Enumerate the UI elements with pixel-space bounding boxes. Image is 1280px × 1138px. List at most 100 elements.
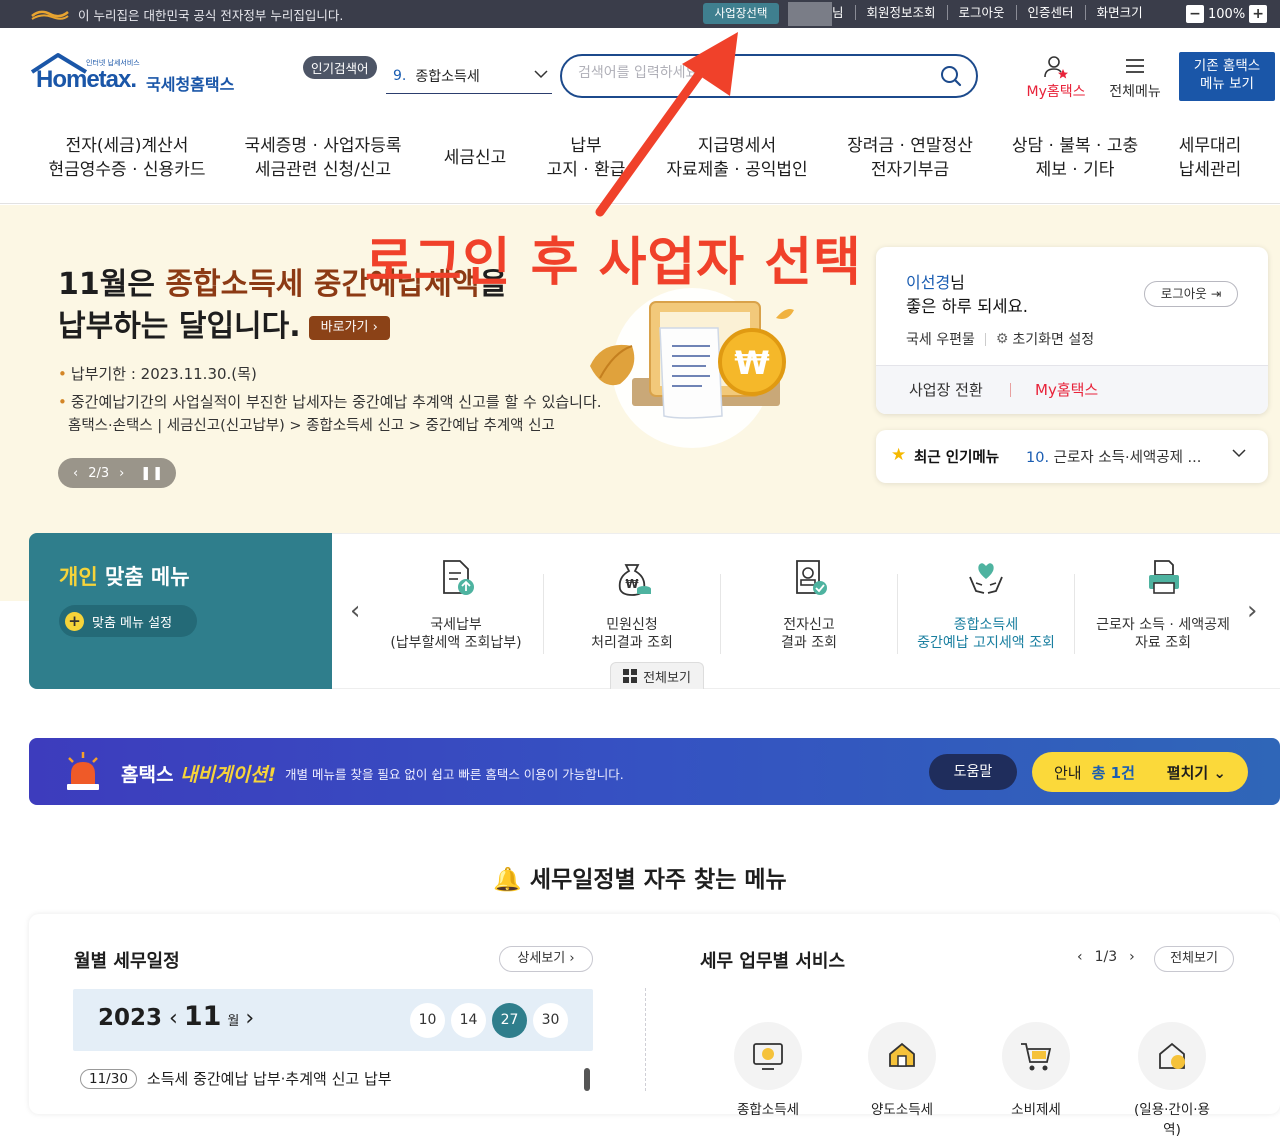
member-info-link[interactable]: 회원정보조회 [854,5,947,20]
stamp-document-icon [796,560,827,595]
banner-info: • 납부기한 : 2023.11.30.(목) • 중간예납기간의 사업실적이 부진… [58,360,602,416]
service-item[interactable]: 종합소득세 [728,1022,808,1118]
chevron-right-icon[interactable]: › [1129,949,1135,965]
service-item[interactable]: 양도소득세 [862,1022,942,1118]
gov-top-bar: 이 누리집은 대한민국 공식 전자정부 누리집입니다. 사업장선택 님 회원정보… [0,0,1280,28]
chevron-left-icon[interactable]: ‹ [350,596,360,626]
zoom-in-button[interactable]: + [1249,5,1268,23]
help-button[interactable]: 도움말 [929,754,1017,790]
popular-search-number: 9. [393,67,407,84]
gear-icon: ⚙ [995,331,1009,347]
gnb-item-agent[interactable]: 세무대리 납세관리 [1170,134,1250,182]
personal-menu-item-line1: 종합소득세 [953,617,1019,633]
navigation-title-pre: 홈택스 [121,764,181,786]
grid-icon [623,669,638,683]
gnb-item-line2: 현금영수증 · 신용카드 [48,160,206,180]
gnb-item-consult[interactable]: 상담 · 불복 · 고충 제보 · 기타 [1006,134,1144,182]
my-hometax-button[interactable]: My홈택스 [1022,55,1090,101]
all-menu-button[interactable]: 전체메뉴 [1104,55,1166,101]
personal-menu-item-line2: 처리결과 조회 [591,635,673,651]
calendar-day[interactable]: 30 [533,1003,568,1038]
money-bag-icon: ₩ [618,564,651,596]
gov-notice-text: 이 누리집은 대한민국 공식 전자정부 누리집입니다. [78,8,344,23]
detail-view-button[interactable]: 상세보기 › [499,946,593,972]
personal-menu-item[interactable]: 전자신고 결과 조회 [721,557,897,652]
government-emblem-icon [31,10,69,20]
logout-link[interactable]: 로그아웃 [946,5,1016,20]
personal-menu-item-line2: 결과 조회 [781,635,837,651]
banner-slider-control: ‹ 2/3 › ❚❚ [58,458,176,488]
gnb-item-line1: 세금신고 [443,148,507,168]
chevron-left-icon[interactable]: ‹ [1077,949,1083,965]
hometax-logo[interactable]: 인터넷 납세서비스 Hometax. 국세청홈택스 [30,52,240,98]
heart-hands-icon [969,563,1003,594]
personal-menu-title-rest: 맞춤 메뉴 [97,565,190,589]
masked-user-name [788,2,832,26]
calendar-days: 10 14 27 30 [410,1003,568,1038]
slide-prev-icon[interactable]: ‹ [73,466,78,481]
popular-search-label: 인기검색어 [303,56,377,79]
service-item[interactable]: 소비제세 [996,1022,1076,1118]
user-name: 이선경 [906,273,951,292]
service-item[interactable]: (일용·간이·용역) [1130,1022,1214,1138]
custom-menu-setting-button[interactable]: + 맞춤 메뉴 설정 [59,605,197,637]
cert-center-link[interactable]: 인증센터 [1015,5,1085,20]
gnb-item-einvoice[interactable]: 전자(세금)계산서 현금영수증 · 신용카드 [44,134,210,182]
svg-text:₩: ₩ [734,344,769,382]
calendar-day-active[interactable]: 27 [492,1003,527,1038]
gnb-item-tax-filing[interactable]: 세금신고 [430,146,520,170]
schedule-item[interactable]: 11/30 소득세 중간예납 납부·추계액 신고 납부 [80,1068,392,1089]
hamburger-menu-icon [1126,59,1144,73]
my-hometax-link[interactable]: My홈택스 [1035,379,1098,400]
gnb-item-incentive[interactable]: 장려금 · 연말정산 전자기부금 [840,134,980,182]
custom-menu-setting-label: 맞춤 메뉴 설정 [92,615,173,631]
personal-menu-item-highlighted[interactable]: 종합소득세 중간예납 고지세액 조회 [898,557,1074,652]
navigation-description: 개별 메뉴를 찾을 필요 없이 쉽고 빠른 홈택스 이용이 가능합니다. [285,767,624,782]
personal-menu-item[interactable]: 국세납부 (납부할세액 조회납부) [368,557,544,652]
user-name-suffix: 님 [832,5,844,20]
slide-pause-icon[interactable]: ❚❚ [140,466,164,481]
zoom-out-button[interactable]: − [1186,5,1204,23]
divider [1010,383,1011,397]
personal-menu-list: ‹ 국세납부 (납부할세액 조회납부) ₩ 민원신청 처리결과 조회 전자신고 … [332,533,1280,689]
user-star-icon [1044,56,1068,79]
logout-icon: ⇥ [1210,286,1222,301]
notice-expand-button[interactable]: 안내 총 1건 펼치기 ⌄ [1032,752,1248,792]
recent-popular-item: 근로자 소득·세액공제 ... [1053,450,1202,466]
user-greeting-name: 이선경님 [906,269,965,293]
slide-position: 2/3 [88,465,110,481]
personal-menu-view-all-tab[interactable]: 전체보기 [610,662,704,689]
schedule-scrollbar[interactable] [584,1068,590,1091]
init-setting-link[interactable]: 초기화면 설정 [1012,329,1094,349]
calendar-day[interactable]: 14 [451,1003,486,1038]
login-info-box: 이선경님 좋은 하루 되세요. 로그아웃 ⇥ 국세 우편물 ⚙ 초기화면 설정 … [876,247,1268,414]
personal-menu-item-line2: 자료 조회 [1135,635,1191,651]
personal-menu-item-line1: 국세납부 [430,617,482,633]
search-icon[interactable] [940,65,962,87]
banner-go-button[interactable]: 바로가기 › [308,315,390,340]
my-hometax-label: My홈택스 [1026,84,1086,100]
logout-button[interactable]: 로그아웃 ⇥ [1144,281,1238,307]
plus-icon: + [65,611,84,631]
personal-menu-title-highlight: 개인 [59,565,98,589]
banner-go-label: 바로가기 [320,319,369,335]
calendar-day[interactable]: 10 [410,1003,445,1038]
business-select-button[interactable]: 사업장선택 [703,3,779,24]
personal-menu-item[interactable]: ₩ 민원신청 처리결과 조회 [544,557,720,652]
gnb-item-certificate[interactable]: 국세증명 · 사업자등록 세금관련 신청/신고 [238,134,408,182]
personal-menu-item[interactable]: 근로자 소득 · 세액공제 자료 조회 [1075,557,1251,652]
chevron-left-icon[interactable]: ‹ [169,1006,178,1031]
old-hometax-menu-button[interactable]: 기존 홈택스 메뉴 보기 [1179,52,1275,101]
chevron-right-icon[interactable]: › [245,1006,254,1031]
slide-next-icon[interactable]: › [119,466,124,481]
chevron-right-icon[interactable]: › [1247,596,1257,626]
service-view-all-button[interactable]: 전체보기 [1154,946,1234,972]
old-hometax-line1: 기존 홈택스 [1193,58,1261,74]
personal-menu-item-line1: 민원신청 [606,617,658,633]
recent-popular-menu[interactable]: ★ 최근 인기메뉴 10. 근로자 소득·세액공제 ... [876,430,1268,483]
monitor-coin-icon [734,1022,802,1090]
popular-search-select[interactable]: 9. 종합소득세 [386,58,552,94]
switch-business-link[interactable]: 사업장 전환 [909,379,983,400]
user-greeting: 좋은 하루 되세요. [906,297,1028,316]
tax-mailbox-link[interactable]: 국세 우편물 [906,329,975,349]
